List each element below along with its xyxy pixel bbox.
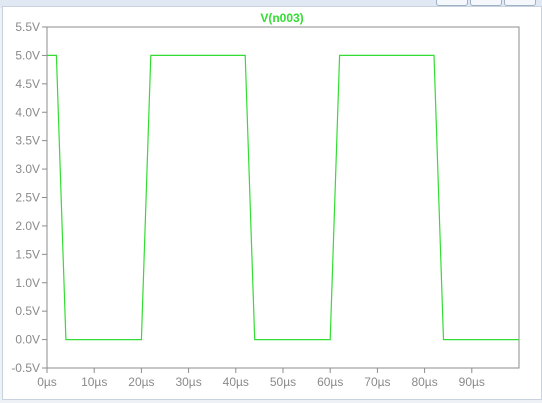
y-tick-label: 3.0V xyxy=(15,162,40,176)
y-tick-label: 4.5V xyxy=(15,77,40,91)
y-tick-label: 2.5V xyxy=(15,191,40,205)
plot-frame xyxy=(46,26,520,369)
y-tick-label: 0.0V xyxy=(15,333,40,347)
x-tick-label: 30µs xyxy=(175,375,201,389)
x-tick-label: 0µs xyxy=(37,375,57,389)
y-axis-ticks: -0.5V 0.0V 0.5V 1.0V 1.5V 2.0V 2.5V 3.0V 3.5V 4.0… xyxy=(11,20,47,375)
x-tick-label: 40µs xyxy=(223,375,249,389)
y-tick-label: 5.5V xyxy=(15,20,40,34)
y-tick-label: 1.5V xyxy=(15,247,40,261)
chart-title: V(n003) xyxy=(260,11,303,25)
y-tick-label: 1.0V xyxy=(15,276,40,290)
waveform-chart: V(n003) -0.5V 0.0V 0.5V 1.0V 1.5V 2.0V 2.5V 3.0… xyxy=(11,11,520,389)
y-tick-label: 5.0V xyxy=(15,48,40,62)
x-tick-label: 20µs xyxy=(128,375,154,389)
x-tick-label: 10µs xyxy=(81,375,107,389)
x-tick-label: 50µs xyxy=(270,375,296,389)
series-line-v-n003 xyxy=(47,54,519,341)
y-tick-label: -0.5V xyxy=(11,361,40,375)
y-tick-label: 4.0V xyxy=(15,105,40,119)
plot-axes xyxy=(46,26,520,369)
plot-window: V(n003) -0.5V 0.0V 0.5V 1.0V 1.5V 2.0V 2.5V 3.0… xyxy=(0,0,542,403)
y-tick-label: 3.5V xyxy=(15,134,40,148)
y-tick-label: 2.0V xyxy=(15,219,40,233)
y-tick-label: 0.5V xyxy=(15,304,40,318)
x-tick-label: 70µs xyxy=(364,375,390,389)
x-axis-ticks: 0µs 10µs 20µs 30µs 40µs 50µs 60µs 70µs 80µs 90µs xyxy=(37,368,485,389)
trace-layer xyxy=(47,54,519,341)
x-tick-label: 80µs xyxy=(411,375,437,389)
x-tick-label: 60µs xyxy=(317,375,343,389)
x-tick-label: 90µs xyxy=(459,375,485,389)
